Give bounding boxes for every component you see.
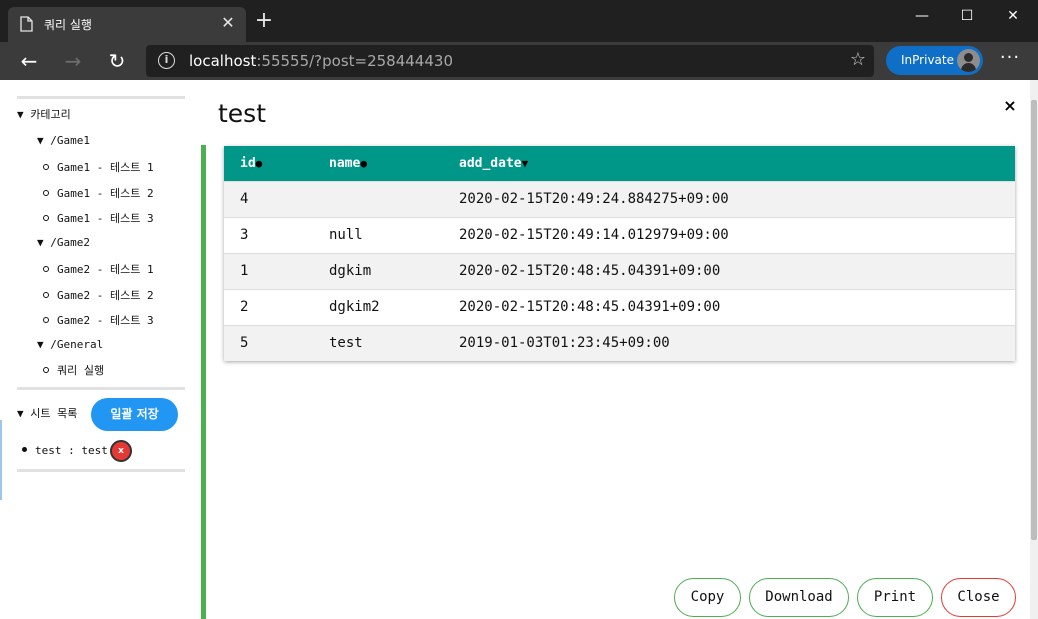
category-header[interactable]: ▼ 카테고리	[17, 106, 71, 122]
tab-close-icon[interactable]: ✕	[218, 13, 238, 33]
site-info-icon[interactable]: i	[158, 52, 175, 69]
download-button[interactable]: Download	[749, 578, 849, 617]
table-cell: 2	[240, 299, 249, 315]
nav-item-game1-2[interactable]: Game1 - 테스트 2	[43, 185, 154, 201]
table-row: 2 dgkim2 2020-02-15T20:48:45.04391+09:00	[224, 289, 1015, 325]
nav-item-label: Game1 - 테스트 1	[57, 161, 154, 174]
new-tab-icon[interactable]: +	[254, 10, 274, 32]
maximize-icon[interactable]: ☐	[953, 6, 981, 26]
table-cell: dgkim	[329, 263, 372, 279]
table-cell: 2020-02-15T20:49:24.884275+09:00	[459, 191, 729, 207]
column-header-name[interactable]: name●	[313, 146, 443, 181]
nav-item-label: Game1 - 테스트 2	[57, 187, 154, 200]
table-cell: 4	[240, 191, 249, 207]
save-all-button[interactable]: 일괄 저장	[91, 398, 178, 431]
nav-item-game2-2[interactable]: Game2 - 테스트 2	[43, 287, 154, 303]
browser-toolbar: ← → ↻ i localhost:55555/?post=258444430 …	[0, 42, 1038, 80]
table-row: 4 2020-02-15T20:49:24.884275+09:00	[224, 181, 1015, 217]
nav-item-label: Game2 - 테스트 2	[57, 289, 154, 302]
table-cell	[313, 181, 443, 217]
nav-item-label: Game2 - 테스트 1	[57, 263, 154, 276]
print-button[interactable]: Print	[857, 578, 933, 617]
sidebar-divider	[17, 387, 185, 390]
page-icon	[20, 16, 33, 32]
nav-item-game2-1[interactable]: Game2 - 테스트 1	[43, 261, 154, 277]
sheet-list-header[interactable]: ▼ 시트 목록	[17, 405, 77, 421]
group-general[interactable]: ▼ /General	[37, 338, 103, 351]
delete-sheet-button[interactable]: x	[110, 440, 132, 462]
nav-item-query-run[interactable]: 쿼리 실행	[43, 362, 104, 378]
sidebar-divider	[17, 96, 185, 99]
forward-icon[interactable]: →	[59, 48, 87, 74]
sort-indicator-icon: ●	[360, 156, 367, 170]
sidebar-divider	[17, 469, 185, 472]
nav-item-game1-3[interactable]: Game1 - 테스트 3	[43, 210, 154, 226]
inprivate-label: InPrivate	[901, 53, 954, 67]
sheet-item-label: test : test	[35, 444, 108, 457]
nav-item-label: 쿼리 실행	[57, 364, 105, 377]
nav-item-game2-3[interactable]: Game2 - 테스트 3	[43, 312, 154, 328]
window-close-icon[interactable]: ✕	[999, 6, 1027, 26]
column-header-id[interactable]: id●	[224, 146, 313, 181]
scrollbar-thumb[interactable]	[1031, 100, 1037, 540]
url-path: :55555/?post=258444430	[256, 52, 453, 70]
favorite-star-icon[interactable]: ☆	[850, 49, 866, 70]
nav-item-game1-1[interactable]: Game1 - 테스트 1	[43, 159, 154, 175]
accent-bar	[201, 145, 206, 619]
page-scrollbar[interactable]	[1030, 80, 1038, 619]
back-icon[interactable]: ←	[15, 48, 43, 74]
url-text[interactable]: localhost:55555/?post=258444430	[189, 52, 453, 70]
table-row: 3 null 2020-02-15T20:49:14.012979+09:00	[224, 217, 1015, 253]
column-header-label: add_date	[459, 155, 522, 171]
url-host: localhost	[189, 52, 257, 70]
table-cell: null	[329, 227, 363, 243]
table-row: 1 dgkim 2020-02-15T20:48:45.04391+09:00	[224, 253, 1015, 289]
table-header-row: id● name● add_date▼	[224, 146, 1015, 181]
inprivate-badge[interactable]: InPrivate	[886, 46, 983, 75]
nav-item-label: Game2 - 테스트 3	[57, 314, 154, 327]
table-cell: 1	[240, 263, 249, 279]
table-cell: 5	[240, 335, 249, 352]
more-options-icon[interactable]: ···	[998, 49, 1022, 70]
table-row: 5 test 2019-01-03T01:23:45+09:00	[224, 325, 1015, 361]
edge-marker	[0, 420, 2, 500]
browser-titlebar: 쿼리 실행 ✕ + — ☐ ✕	[0, 0, 1038, 42]
column-header-add-date[interactable]: add_date▼	[443, 146, 1015, 181]
modal-close-icon[interactable]: ×	[1001, 97, 1019, 115]
refresh-icon[interactable]: ↻	[103, 48, 131, 74]
sort-indicator-icon: ●	[255, 156, 263, 170]
table-cell: test	[329, 335, 363, 352]
result-table: id● name● add_date▼ 4 2020-02-15T20:49:2…	[224, 146, 1015, 361]
minimize-icon[interactable]: —	[908, 6, 936, 26]
table-cell: 2020-02-15T20:48:45.04391+09:00	[459, 299, 721, 315]
table-cell: 2020-02-15T20:48:45.04391+09:00	[459, 263, 721, 279]
table-cell: 2019-01-03T01:23:45+09:00	[459, 335, 670, 352]
address-bar[interactable]: i localhost:55555/?post=258444430 ☆	[146, 45, 874, 77]
sort-indicator-icon: ▼	[521, 156, 529, 170]
sheet-item[interactable]: test : test	[22, 444, 108, 457]
table-cell: 2020-02-15T20:49:14.012979+09:00	[459, 227, 729, 243]
page-content: ▼ 카테고리 ▼ /Game1 Game1 - 테스트 1 Game1 - 테스…	[0, 80, 1038, 619]
tab-title: 쿼리 실행	[44, 18, 92, 32]
profile-avatar-icon	[957, 49, 980, 72]
browser-tab[interactable]: 쿼리 실행 ✕	[8, 7, 246, 42]
close-button[interactable]: Close	[941, 578, 1016, 617]
copy-button[interactable]: Copy	[674, 578, 741, 617]
group-game1[interactable]: ▼ /Game1	[37, 134, 90, 147]
column-header-label: name	[329, 155, 361, 171]
column-header-label: id	[240, 155, 256, 171]
modal-title: test	[218, 99, 267, 128]
table-cell: dgkim2	[329, 299, 380, 315]
sidebar: ▼ 카테고리 ▼ /Game1 Game1 - 테스트 1 Game1 - 테스…	[0, 80, 200, 619]
table-cell: 3	[240, 227, 249, 243]
nav-item-label: Game1 - 테스트 3	[57, 212, 154, 225]
group-game2[interactable]: ▼ /Game2	[37, 236, 90, 249]
